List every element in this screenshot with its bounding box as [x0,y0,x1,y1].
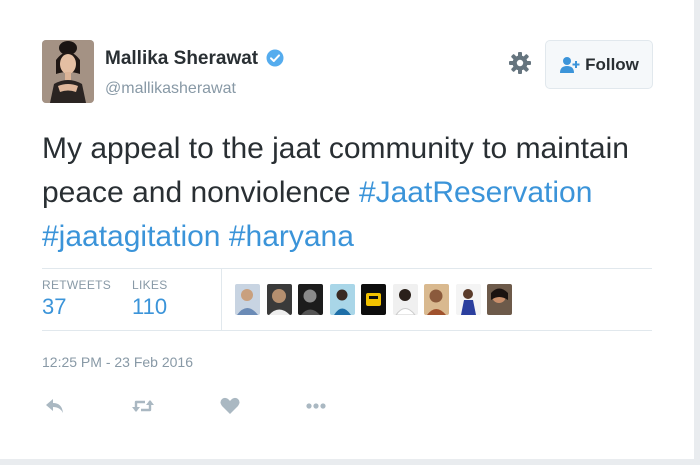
add-user-icon [559,56,581,74]
hashtag-link[interactable]: #JaatReservation [359,176,592,209]
liker-avatar[interactable] [266,284,292,315]
liker-avatar[interactable] [455,284,481,315]
verified-badge-icon [266,49,284,67]
liker-avatar[interactable] [235,284,260,315]
author-handle[interactable]: @mallikasherawat [105,80,236,98]
liker-avatar[interactable] [424,284,449,315]
retweets-label: RETWEETS [42,278,112,292]
more-icon[interactable] [304,395,328,417]
liker-avatar[interactable] [361,284,386,315]
page-edge-right [694,0,700,465]
follow-button-label: Follow [585,54,639,74]
author-avatar[interactable] [42,40,94,103]
likes-label: LIKES [132,278,168,292]
like-icon[interactable] [218,395,242,417]
hashtag-link[interactable]: #haryana [229,220,354,253]
liker-avatar[interactable] [329,284,355,315]
author-name[interactable]: Mallika Sherawat [105,48,258,70]
reply-icon[interactable] [43,395,67,417]
retweets-count[interactable]: 37 [42,294,66,320]
tweet-text: My appeal to the jaat community to maint… [42,127,642,259]
stats-divider-bottom [42,330,652,331]
stats-divider-vertical [221,268,222,330]
follow-button[interactable]: Follow [545,40,653,89]
liker-avatar[interactable] [487,284,512,315]
gear-icon[interactable] [507,50,533,76]
retweet-icon[interactable] [131,395,155,417]
liker-avatar[interactable] [298,284,323,315]
page-edge-bottom [0,459,700,465]
tweet-timestamp[interactable]: 12:25 PM - 23 Feb 2016 [42,354,193,370]
hashtag-link[interactable]: #jaatagitation [42,220,220,253]
liker-avatar[interactable] [392,284,418,315]
likes-count[interactable]: 110 [132,294,167,320]
tweet-card: Mallika Sherawat @mallikasherawat Follow… [0,0,700,465]
liker-avatars [235,284,519,315]
stats-divider-top [42,268,652,269]
